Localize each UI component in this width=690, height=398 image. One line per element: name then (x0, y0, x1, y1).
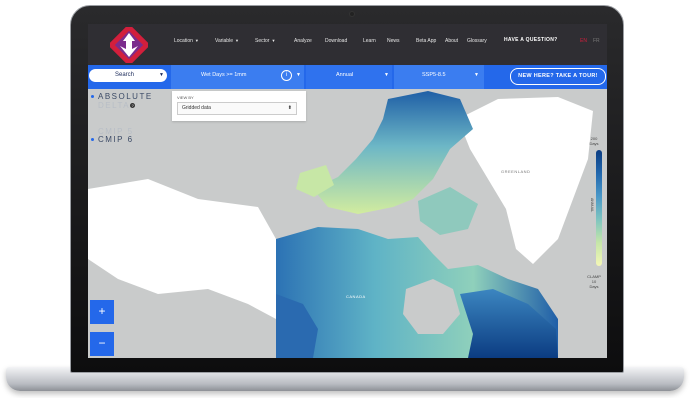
language-fr[interactable]: FR (593, 38, 600, 44)
absolute-label: ABSOLUTE (98, 92, 153, 101)
chevron-down-icon: ▼ (194, 38, 199, 43)
legend-min: CLAMP 10 Days (582, 274, 606, 289)
chevron-down-icon: ▼ (159, 72, 164, 78)
nav-learn[interactable]: Learn (363, 38, 376, 44)
nav-sector[interactable]: Sector ▼ (255, 38, 275, 44)
radio-selected-icon (91, 95, 94, 99)
nav-news[interactable]: News (387, 38, 400, 44)
scenario-selector[interactable]: SSP5-8.5 ▼ (394, 65, 484, 89)
climate-map[interactable] (88, 89, 607, 358)
nav-about[interactable]: About (445, 38, 458, 44)
language-en[interactable]: EN (580, 38, 587, 44)
period-label: Annual (336, 72, 354, 78)
select-arrows-icon: ⬍ (287, 105, 292, 111)
top-nav-bar: Location ▼ Variable ▼ Sector ▼ Analyze Down… (88, 24, 607, 65)
legend-side-label: ANNUAL (590, 198, 594, 213)
view-by-label: VIEW BY (177, 95, 194, 100)
climate-data-logo-icon[interactable] (110, 27, 148, 63)
legend-color-ramp (596, 150, 602, 266)
view-by-select[interactable]: Gridded data ⬍ (177, 102, 297, 115)
map-legend: 200 Days ANNUAL CLAMP 10 Days (582, 136, 606, 296)
zoom-out-button[interactable]: − (90, 332, 114, 356)
nav-label: Location (174, 38, 193, 44)
period-selector[interactable]: Annual ▼ (306, 65, 392, 89)
chevron-down-icon: ▼ (384, 72, 389, 78)
nav-analyze[interactable]: Analyze (294, 38, 312, 44)
cmip6-label: CMIP 6 (98, 135, 134, 144)
take-a-tour-button[interactable]: NEW HERE? TAKE A TOUR! (510, 68, 606, 85)
absolute-toggle[interactable]: ABSOLUTE (91, 92, 153, 101)
have-a-question-button[interactable]: HAVE A QUESTION? (504, 37, 558, 43)
chevron-down-icon: ▼ (271, 38, 276, 43)
greenland-label: GREENLAND (501, 169, 531, 174)
info-icon[interactable]: i (281, 70, 292, 81)
delta-toggle[interactable]: DELTA? (98, 101, 136, 110)
zoom-in-button[interactable]: + (90, 300, 114, 324)
region-label: CANADA (346, 294, 366, 299)
nav-label: Variable (215, 38, 233, 44)
app-screen: Location ▼ Variable ▼ Sector ▼ Analyze Down… (88, 24, 607, 358)
search-label: Search (115, 72, 135, 78)
nav-glossary[interactable]: Glossary (467, 38, 487, 44)
delta-label: DELTA (98, 101, 131, 110)
legend-max-unit: Days (589, 141, 599, 146)
search-dropdown[interactable]: Search ▼ (89, 69, 167, 82)
chevron-down-icon: ▼ (234, 38, 239, 43)
nav-label: Sector (255, 38, 270, 44)
filter-bar: Search ▼ Wet Days >= 1mm i ▼ Annual ▼ SS… (88, 65, 607, 89)
radio-selected-icon (91, 138, 94, 142)
cmip6-toggle[interactable]: CMIP 6 (91, 135, 134, 144)
legend-min-unit: Days (589, 284, 599, 289)
help-icon[interactable]: ? (130, 103, 136, 109)
legend-max: 200 Days (582, 136, 606, 146)
chevron-down-icon: ▼ (296, 72, 301, 78)
chevron-down-icon: ▼ (474, 72, 479, 78)
nav-location[interactable]: Location ▼ (174, 38, 199, 44)
variable-label: Wet Days >= 1mm (201, 72, 247, 78)
webcam (350, 12, 354, 16)
nav-beta-app[interactable]: Beta App (416, 38, 436, 44)
nav-variable[interactable]: Variable ▼ (215, 38, 239, 44)
scenario-label: SSP5-8.5 (422, 72, 446, 78)
nav-download[interactable]: Download (325, 38, 347, 44)
view-by-panel: VIEW BY Gridded data ⬍ (172, 91, 306, 121)
view-by-value: Gridded data (182, 105, 211, 111)
